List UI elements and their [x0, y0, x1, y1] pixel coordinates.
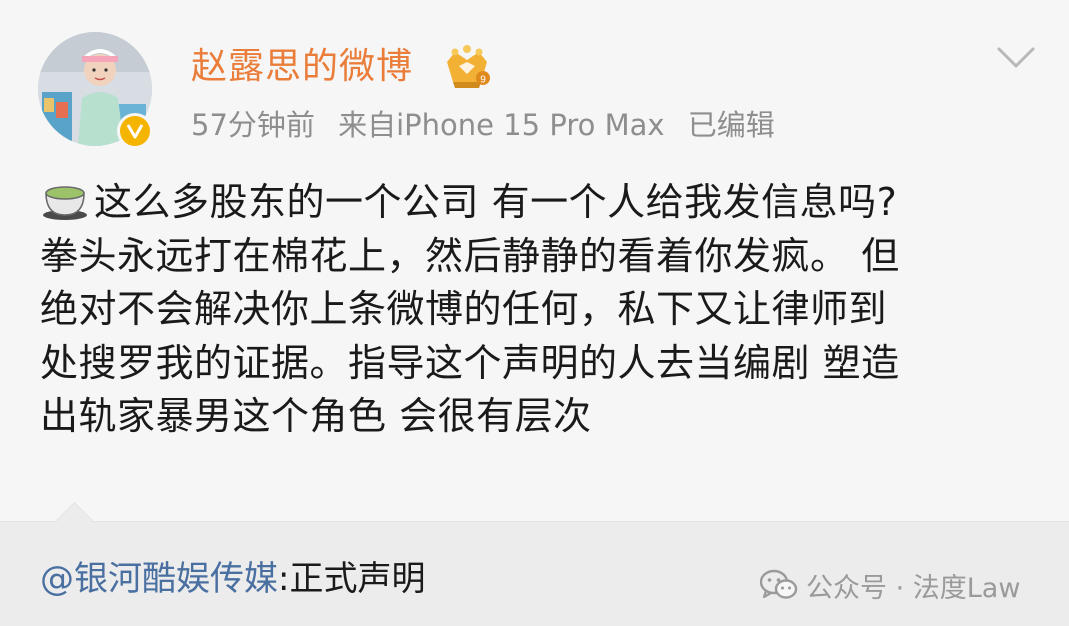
post-source: 来自iPhone 15 Pro Max — [338, 108, 665, 142]
svg-text:9: 9 — [480, 75, 486, 86]
tea-emoji-icon — [43, 186, 87, 220]
username[interactable]: 赵露思的微博 — [191, 42, 413, 92]
repost-separator: : — [278, 559, 290, 599]
post-body: 这么多股东的一个公司 有一个人给我发信息吗? 拳头永远打在棉花上，然后静静的看着… — [40, 176, 1030, 444]
post-body-line: 处搜罗我的证据。指导这个声明的人去当编剧 塑造 — [40, 340, 900, 385]
crown-badge-icon[interactable]: 9 — [441, 44, 493, 90]
edited-label[interactable]: 已编辑 — [688, 108, 775, 142]
repost-mention[interactable]: @银河酷娱传媒 — [40, 559, 278, 599]
repost-title-text: 正式声明 — [289, 559, 426, 599]
post-meta: 57分钟前 来自iPhone 15 Pro Max 已编辑 — [191, 104, 789, 146]
post-body-line: 出轨家暴男这个角色 会很有层次 — [40, 394, 592, 438]
post-body-line: 拳头永远打在棉花上，然后静静的看着你发疯。 但 — [40, 233, 900, 278]
verified-v-icon — [117, 113, 153, 149]
watermark: 公众号 · 法度Law — [760, 565, 1020, 605]
post-body-line: 绝对不会解决你上条微博的任何，私下又让律师到 — [40, 287, 888, 331]
wechat-icon — [760, 569, 798, 599]
watermark-text: 公众号 · 法度Law — [806, 572, 1021, 604]
timestamp: 57分钟前 — [191, 108, 315, 142]
post-body-line-text: 这么多股东的一个公司 有一个人给我发信息吗? — [94, 180, 898, 224]
chevron-down-icon[interactable] — [996, 46, 1036, 70]
post-body-line: 这么多股东的一个公司 有一个人给我发信息吗? — [40, 176, 1030, 230]
weibo-post: 赵露思的微博 9 57分钟前 来自iPhone 15 Pro Max 已编辑 这… — [0, 0, 1069, 522]
repost-title[interactable]: @银河酷娱传媒:正式声明 — [40, 554, 425, 604]
